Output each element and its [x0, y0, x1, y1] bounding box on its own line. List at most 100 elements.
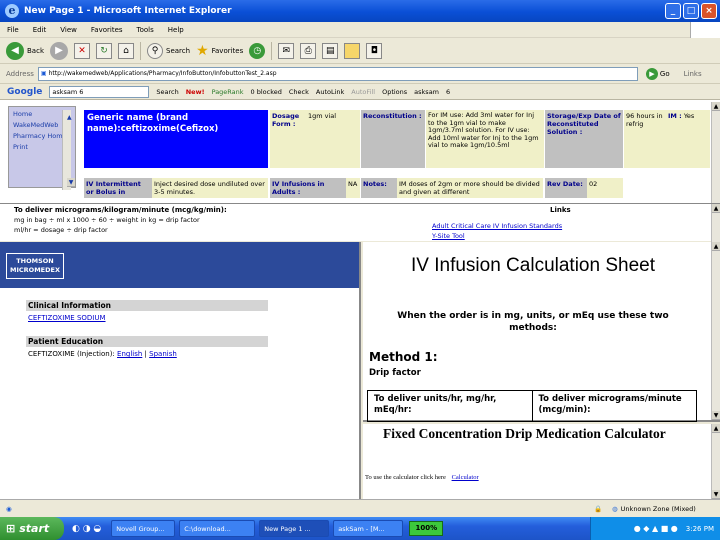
six-button[interactable]: 6 [446, 88, 450, 96]
globe-icon: ◍ [612, 504, 618, 513]
im-label: IM : [668, 112, 682, 120]
links-heading: Links [550, 206, 571, 214]
back-button[interactable]: ◀ Back [6, 41, 44, 60]
rev-date-label: Rev Date: [545, 178, 587, 198]
favorites-button[interactable]: ★ Favorites [196, 43, 243, 59]
scroll-up-icon[interactable]: ▲ [712, 102, 720, 111]
scroll-up-icon[interactable]: ▲ [712, 242, 720, 251]
links-button[interactable]: Links [684, 70, 702, 78]
lock-icon: 🔒 [594, 504, 603, 513]
spanish-link[interactable]: Spanish [149, 350, 177, 358]
patient-education-row: CEFTIZOXIME (Injection): English | Spani… [28, 350, 177, 358]
toolbar-separator [140, 41, 141, 60]
upper-content-frame: Home WakeMedWeb Pharmacy Home Print ▲ ▼ … [0, 100, 720, 242]
messenger-button[interactable]: ◘ [366, 42, 383, 59]
refresh-button[interactable]: ↻ [96, 42, 112, 59]
autolink-button[interactable]: AutoLink [316, 88, 344, 96]
google-search-button[interactable]: Search [156, 88, 178, 96]
history-button[interactable]: ◷ [249, 42, 266, 59]
ceftizoxime-sodium-link[interactable]: CEFTIZOXIME SODIUM [28, 314, 106, 322]
home-button[interactable]: ⌂ [118, 42, 134, 59]
window-title: New Page 1 - Microsoft Internet Explorer [24, 6, 232, 16]
task-novell-group[interactable]: Novell Group... [111, 520, 176, 537]
edit-button[interactable]: ▤ [322, 42, 339, 59]
home-icon: ⌂ [118, 42, 134, 59]
task-asksam[interactable]: askSam - [M... [333, 520, 404, 537]
spellcheck-button[interactable]: Check [289, 88, 309, 96]
menu-tools[interactable]: Tools [130, 26, 161, 34]
scroll-up-icon[interactable]: ▲ [712, 424, 720, 433]
go-button[interactable]: ▶ Go [645, 67, 670, 80]
maximize-button[interactable]: □ [683, 3, 699, 19]
start-button[interactable]: ⊞ start [0, 517, 64, 540]
critical-care-link[interactable]: Adult Critical Care IV Infusion Standard… [432, 222, 562, 230]
minimize-button[interactable]: _ [665, 3, 681, 19]
menu-edit[interactable]: Edit [26, 26, 54, 34]
fixed-calc-scrollbar[interactable]: ▲ ▼ [711, 424, 720, 499]
star-icon: ★ [196, 42, 209, 59]
y-site-tool-link[interactable]: Y-Site Tool [432, 232, 465, 240]
units-per-hour-cell: To deliver units/hr, mg/hr, mEq/hr: [368, 391, 533, 421]
dosage-form-label: Dosage Form : [270, 110, 306, 168]
method-table: To deliver units/hr, mg/hr, mEq/hr: To d… [367, 390, 697, 422]
folder-icon [344, 42, 361, 59]
search-button[interactable]: ⚲ Search [147, 42, 190, 59]
search-icon: ⚲ [147, 42, 163, 59]
scroll-down-icon[interactable]: ▼ [712, 411, 720, 420]
site-nav: Home WakeMedWeb Pharmacy Home Print ▲ ▼ [8, 106, 76, 190]
print-button[interactable]: ⎙ [300, 42, 317, 59]
link-divider: | [144, 350, 147, 358]
asksam-button[interactable]: asksam [414, 88, 439, 96]
folder-button[interactable] [344, 42, 361, 59]
calculator-link[interactable]: Calculator [452, 474, 479, 481]
scroll-up-icon[interactable]: ▲ [712, 204, 720, 213]
task-download[interactable]: C:\download... [179, 520, 256, 537]
zoom-indicator[interactable]: 100% [409, 521, 444, 536]
task-new-page[interactable]: New Page 1 ... [259, 520, 330, 537]
status-bar: ◉ 🔒 ◍ Unknown Zone (Mixed) [0, 499, 720, 517]
close-button[interactable]: × [701, 3, 717, 19]
favorites-label: Favorites [211, 46, 244, 55]
new-badge[interactable]: New! [186, 88, 205, 96]
popup-blocked-button[interactable]: 0 blocked [251, 88, 282, 96]
formula-scrollbar[interactable]: ▲ [711, 204, 720, 242]
fixed-calc-row: To use the calculator click here Calcula… [365, 474, 479, 481]
options-button[interactable]: Options [382, 88, 407, 96]
iv-intermittent-value: Inject desired dose undiluted over 3-5 m… [152, 178, 268, 198]
taskbar: ⊞ start ◐ ◑ ◒ Novell Group... C:\downloa… [0, 517, 720, 540]
scroll-down-icon[interactable]: ▼ [67, 178, 75, 187]
zone-label: Unknown Zone (Mixed) [620, 504, 696, 513]
menu-file[interactable]: File [0, 26, 26, 34]
upper-frame-scrollbar[interactable]: ▲ [711, 102, 720, 206]
pagerank-button[interactable]: PageRank [212, 88, 244, 96]
scroll-down-icon[interactable]: ▼ [712, 490, 720, 499]
google-search-input[interactable]: asksam 6 [49, 85, 150, 98]
stop-button[interactable]: ✕ [74, 42, 90, 59]
toolbar-separator [271, 41, 273, 60]
messenger-icon: ◘ [366, 42, 383, 59]
mail-button[interactable]: ✉ [278, 42, 295, 59]
fixed-calc-title: Fixed Concentration Drip Medication Calc… [383, 426, 666, 441]
tray-icons[interactable]: ● ◆ ▲ ■ ● [634, 524, 678, 533]
quicklaunch-icons[interactable]: ◐ ◑ ◒ [72, 524, 101, 534]
menu-help[interactable]: Help [161, 26, 191, 34]
iv-infusions-value: NA [346, 178, 360, 198]
forward-button[interactable]: ▶ [50, 41, 68, 60]
micromedex-frame: THOMSON MICROMEDEX Clinical Information … [0, 242, 361, 499]
page-icon: ▣ [40, 70, 47, 77]
print-icon: ⎙ [300, 42, 317, 59]
internet-explorer-icon: e [5, 4, 19, 18]
mail-icon: ✉ [278, 42, 295, 59]
address-input[interactable]: ▣ http://wakemedweb/Applications/Pharmac… [37, 66, 638, 81]
english-link[interactable]: English [117, 350, 142, 358]
clinical-info-heading: Clinical Information [26, 300, 268, 311]
windows-logo-icon [690, 22, 720, 38]
autofill-button[interactable]: AutoFill [351, 88, 375, 96]
dosage-form-value: 1gm vial [306, 110, 360, 168]
menu-bar: File Edit View Favorites Tools Help [0, 22, 720, 38]
menu-view[interactable]: View [53, 26, 84, 34]
menu-favorites[interactable]: Favorites [84, 26, 130, 34]
nav-scrollbar[interactable]: ▲ ▼ [62, 110, 75, 190]
calc-sheet-scrollbar[interactable]: ▲ ▼ [711, 242, 720, 420]
mcg-per-min-cell: To deliver micrograms/minute (mcg/min): [538, 394, 682, 415]
